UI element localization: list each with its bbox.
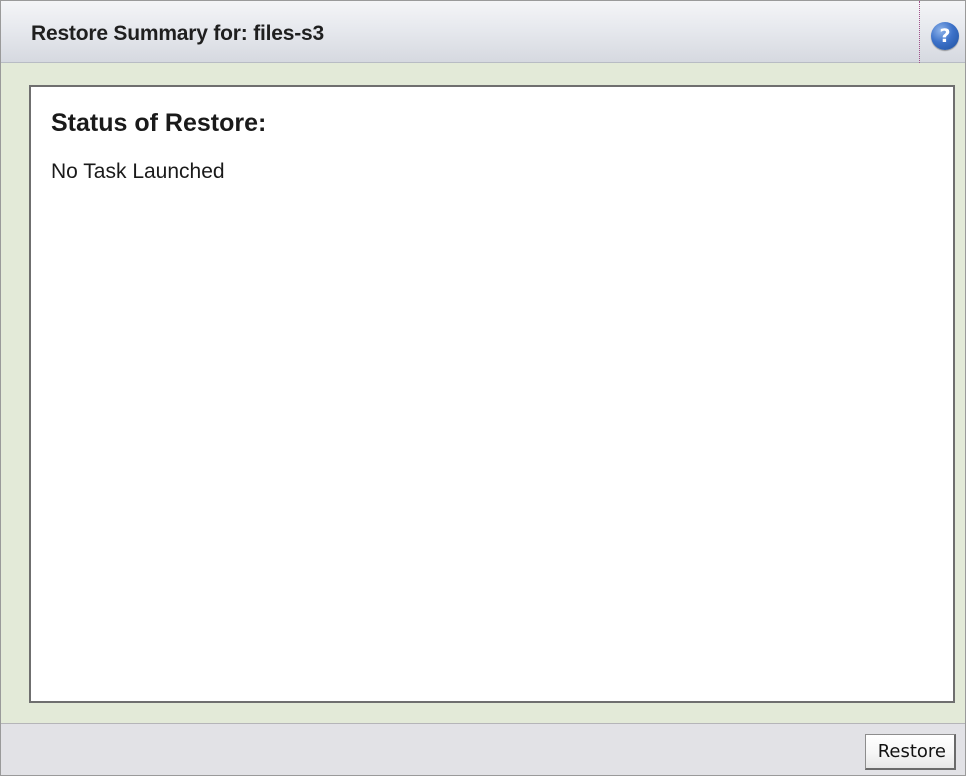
window-title: Restore Summary for: files-s3 bbox=[31, 22, 324, 45]
restore-button[interactable]: Restore bbox=[864, 734, 956, 770]
status-heading: Status of Restore: bbox=[51, 109, 267, 137]
help-question-icon[interactable]: ? bbox=[931, 22, 959, 50]
footer-bar: Restore bbox=[1, 723, 965, 775]
restore-summary-window: Restore Summary for: files-s3 ? Status o… bbox=[0, 0, 966, 776]
status-value: No Task Launched bbox=[51, 160, 225, 183]
header-divider bbox=[919, 1, 920, 63]
header-bar: Restore Summary for: files-s3 ? bbox=[1, 1, 965, 63]
status-panel: Status of Restore: No Task Launched bbox=[29, 85, 955, 703]
